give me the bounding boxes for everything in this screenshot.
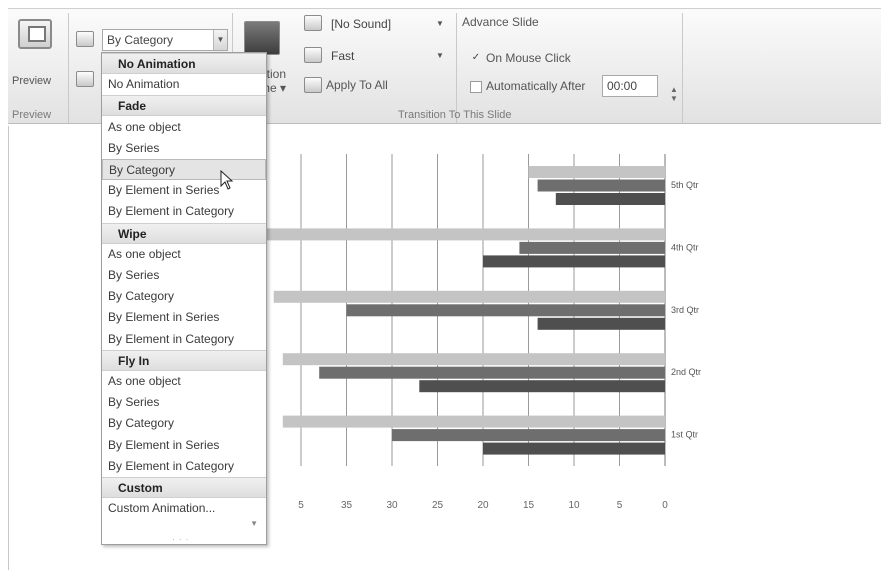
menu-section-header: No Animation <box>102 53 266 74</box>
menu-item[interactable]: By Element in Series <box>102 307 266 328</box>
bar-2nd-qtr-series-1 <box>282 353 665 366</box>
on-mouse-click-label[interactable]: On Mouse Click <box>486 51 571 65</box>
menu-section-header: Custom <box>102 477 266 498</box>
group-separator <box>456 13 457 123</box>
animate-combo[interactable]: By Category ▼ <box>102 29 228 51</box>
menu-item[interactable]: As one object <box>102 371 266 392</box>
bar-4th-qtr-series-1 <box>255 228 665 241</box>
preview-icon <box>18 19 52 49</box>
group-separator <box>68 13 69 123</box>
menu-item[interactable]: By Element in Series <box>102 180 266 201</box>
sound-icon <box>304 15 322 31</box>
x-tick-label: 35 <box>341 500 353 511</box>
transition-speed-value: Fast <box>331 49 355 63</box>
menu-item[interactable]: By Series <box>102 392 266 413</box>
x-tick-label: 5 <box>617 500 623 511</box>
bar-5th-qtr-series-2 <box>537 179 665 192</box>
chevron-down-icon[interactable]: ▼ <box>213 30 227 50</box>
menu-item[interactable]: By Element in Category <box>102 329 266 350</box>
mouse-pointer-icon <box>220 170 234 190</box>
automatically-after-checkbox[interactable] <box>470 81 482 93</box>
bar-3rd-qtr-series-2 <box>346 304 665 317</box>
animate-dropdown-menu[interactable]: ▲ ▼ · · · No AnimationNo AnimationFadeAs… <box>101 52 267 545</box>
x-tick-label: 10 <box>568 500 580 511</box>
menu-section-header: Fly In <box>102 349 266 371</box>
menu-item[interactable]: No Animation <box>102 74 266 95</box>
menu-item[interactable]: By Series <box>102 265 266 286</box>
animate-icon <box>76 31 94 47</box>
category-tick-label: 2nd Qtr <box>671 367 701 377</box>
category-tick-label: 1st Qtr <box>671 430 698 440</box>
apply-to-all-icon <box>304 77 322 93</box>
x-tick-label: 15 <box>523 500 535 511</box>
automatically-after-input[interactable]: 00:00 <box>602 75 658 97</box>
resize-grip-icon[interactable]: · · · <box>172 535 189 544</box>
chevron-down-icon[interactable]: ▼ <box>433 14 447 34</box>
category-tick-label: 5th Qtr <box>671 180 699 190</box>
menu-item[interactable]: As one object <box>102 244 266 265</box>
automatically-after-label[interactable]: Automatically After <box>486 79 585 93</box>
bar-1st-qtr-series-3 <box>483 442 665 455</box>
bar-5th-qtr-series-3 <box>555 193 665 205</box>
menu-item[interactable]: By Element in Category <box>102 201 266 222</box>
transition-group-label: Transition To This Slide <box>398 109 512 121</box>
menu-item[interactable]: As one object <box>102 117 266 138</box>
speed-icon <box>304 47 322 63</box>
bar-1st-qtr-series-1 <box>282 415 665 428</box>
menu-item[interactable]: By Element in Series <box>102 435 266 456</box>
spinner-arrows-icon[interactable]: ▲ ▼ <box>670 85 678 103</box>
preview-label: Preview <box>12 75 52 87</box>
bar-3rd-qtr-series-3 <box>537 317 665 330</box>
apply-to-all-button[interactable]: Apply To All <box>326 78 388 92</box>
transition-speed-combo[interactable]: Fast ▼ <box>326 45 448 67</box>
menu-item[interactable]: By Category <box>102 286 266 307</box>
bar-4th-qtr-series-2 <box>519 241 665 254</box>
animate-combo-value: By Category <box>107 33 174 47</box>
menu-item[interactable]: By Series <box>102 138 266 159</box>
x-tick-label: 30 <box>386 500 398 511</box>
transition-sound-combo[interactable]: [No Sound] ▼ <box>326 13 448 35</box>
menu-section-header: Wipe <box>102 222 266 244</box>
bar-2nd-qtr-series-3 <box>419 380 665 393</box>
bar-2nd-qtr-series-2 <box>319 366 665 379</box>
menu-item[interactable]: Custom Animation... <box>102 498 266 519</box>
x-tick-label: 5 <box>298 500 304 511</box>
bar-3rd-qtr-series-1 <box>273 290 665 303</box>
menu-item[interactable]: By Category <box>102 159 266 180</box>
x-tick-label: 20 <box>477 500 489 511</box>
transition-sound-value: [No Sound] <box>331 17 392 31</box>
category-tick-label: 3rd Qtr <box>671 305 699 315</box>
menu-item[interactable]: By Category <box>102 413 266 434</box>
preview-group-label: Preview <box>12 109 52 121</box>
menu-item[interactable]: By Element in Category <box>102 456 266 477</box>
group-separator <box>682 13 683 123</box>
chevron-down-icon[interactable]: ▼ <box>433 46 447 66</box>
transition-scheme-icon[interactable] <box>244 21 280 55</box>
custom-animation-icon[interactable] <box>76 71 94 87</box>
preview-button[interactable]: Preview <box>10 13 66 101</box>
category-tick-label: 4th Qtr <box>671 242 699 252</box>
x-tick-label: 0 <box>662 500 668 511</box>
automatically-after-value: 00:00 <box>607 79 638 93</box>
bar-4th-qtr-series-3 <box>483 255 665 268</box>
advance-slide-label: Advance Slide <box>462 15 539 29</box>
bar-1st-qtr-series-2 <box>392 429 665 442</box>
on-mouse-click-checkbox[interactable]: ✓ <box>470 53 482 65</box>
x-tick-label: 25 <box>432 500 444 511</box>
menu-section-header: Fade <box>102 95 266 117</box>
bar-5th-qtr-series-1 <box>528 166 665 178</box>
scroll-down-icon[interactable]: ▼ <box>250 519 258 528</box>
